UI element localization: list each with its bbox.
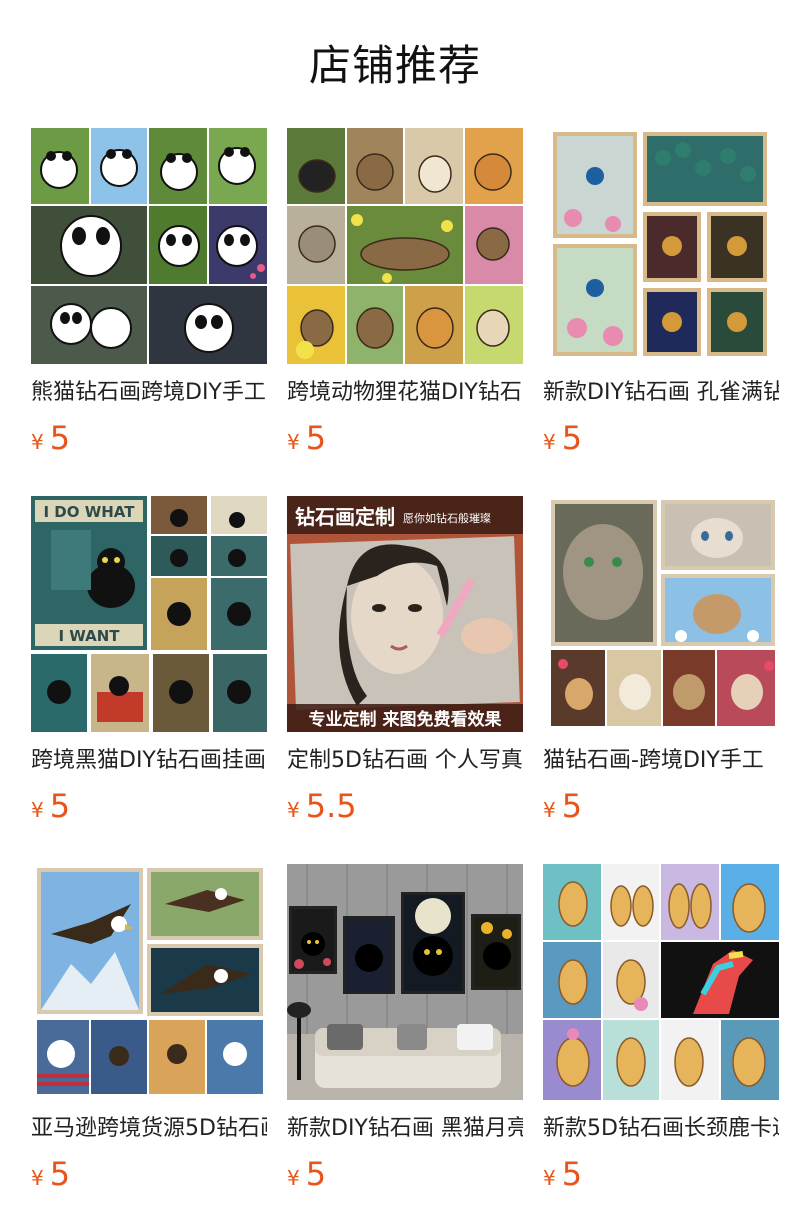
price-value: 5 — [561, 787, 583, 825]
currency-symbol: ¥ — [287, 430, 300, 454]
product-card[interactable]: 跨境动物狸花猫DIY钻石画 ¥5 — [287, 128, 523, 496]
currency-symbol: ¥ — [543, 1166, 556, 1190]
product-name[interactable]: 熊猫钻石画跨境DIY手工 — [31, 378, 267, 408]
product-image[interactable] — [287, 128, 523, 364]
black-cat-livingroom-image — [287, 864, 523, 1100]
currency-symbol: ¥ — [287, 798, 300, 822]
price-value: 5 — [561, 1155, 583, 1193]
product-card[interactable]: 猫钻石画-跨境DIY手工 ¥5 — [543, 496, 779, 864]
price-value: 5 — [49, 1155, 71, 1193]
product-image[interactable] — [543, 496, 779, 732]
product-price: ¥5 — [31, 420, 70, 456]
kitten-collage-image — [543, 496, 779, 732]
peacock-framed-image — [543, 128, 779, 364]
black-cat-posters-image: I DO WHAT I WANT — [31, 496, 267, 732]
product-image[interactable] — [31, 128, 267, 364]
product-image[interactable] — [287, 864, 523, 1100]
product-card[interactable]: 新款DIY钻石画 黑猫月亮 ¥5 — [287, 864, 523, 1232]
price-value: 5 — [305, 419, 327, 457]
poster-text-top: I DO WHAT — [43, 503, 135, 521]
banner-title-text: 钻石画定制 — [295, 505, 395, 529]
product-card[interactable]: 熊猫钻石画跨境DIY手工 ¥5 — [31, 128, 267, 496]
price-value: 5 — [305, 1155, 327, 1193]
price-value: 5.5 — [305, 787, 357, 825]
currency-symbol: ¥ — [543, 798, 556, 822]
product-name[interactable]: 猫钻石画-跨境DIY手工 — [543, 746, 779, 776]
product-card[interactable]: 新款5D钻石画长颈鹿卡通 ¥5 — [543, 864, 779, 1232]
product-price: ¥5 — [287, 420, 326, 456]
price-value: 5 — [49, 419, 71, 457]
product-image[interactable] — [543, 128, 779, 364]
product-name[interactable]: 新款5D钻石画长颈鹿卡通 — [543, 1114, 779, 1144]
store-recommendation-page: 店铺推荐 熊猫钻石画跨境DIY手工 ¥ 5 跨境动物狸花猫DIY钻石画 ¥ 5 … — [0, 0, 790, 1232]
product-grid: 熊猫钻石画跨境DIY手工 ¥5 跨境动物狸花猫DIY钻石画 ¥ 5 新款DIY钻… — [31, 128, 779, 1232]
product-price: ¥5 — [543, 788, 582, 824]
product-price: ¥5 — [31, 1156, 70, 1192]
product-price: ¥5 — [543, 420, 582, 456]
eagle-collage-image — [31, 864, 267, 1100]
panda-collage-image — [31, 128, 267, 364]
price-value: 5 — [561, 419, 583, 457]
product-image[interactable]: I DO WHAT I WANT — [31, 496, 267, 732]
banner-footer-text: 专业定制 来图免费看效果 — [309, 709, 502, 730]
product-name[interactable]: 新款DIY钻石画 孔雀满钻 — [543, 378, 779, 408]
product-name[interactable]: 定制5D钻石画 个人写真 — [287, 746, 523, 776]
product-image[interactable] — [31, 864, 267, 1100]
currency-symbol: ¥ — [543, 430, 556, 454]
currency-symbol: ¥ — [31, 1166, 44, 1190]
page-title: 店铺推荐 — [308, 41, 481, 90]
poster-text-bottom: I WANT — [58, 627, 120, 645]
product-price: ¥5 — [543, 1156, 582, 1192]
product-image[interactable]: 钻石画定制 愿你如钻石般璀璨 专业定制 来图免费看效果 — [287, 496, 523, 732]
currency-symbol: ¥ — [287, 1166, 300, 1190]
product-card[interactable]: I DO WHAT I WANT 跨境黑猫DIY钻石画挂画 ¥5 — [31, 496, 267, 864]
banner-subtitle-text: 愿你如钻石般璀璨 — [403, 511, 491, 525]
product-price: ¥5 — [31, 788, 70, 824]
product-price: ¥5 — [287, 1156, 326, 1192]
product-name[interactable]: 跨境黑猫DIY钻石画挂画 — [31, 746, 267, 776]
product-name[interactable]: 亚马逊跨境货源5D钻石画 — [31, 1114, 267, 1144]
product-card[interactable]: 新款DIY钻石画 孔雀满钻 ¥5 — [543, 128, 779, 496]
tabby-cat-collage-image — [287, 128, 523, 364]
product-name[interactable]: 新款DIY钻石画 黑猫月亮 — [287, 1114, 523, 1144]
giraffe-collage-image — [543, 864, 779, 1100]
product-card[interactable]: 亚马逊跨境货源5D钻石画 ¥5 — [31, 864, 267, 1232]
product-image[interactable] — [543, 864, 779, 1100]
product-price: ¥5.5 — [287, 788, 357, 824]
product-card[interactable]: 钻石画定制 愿你如钻石般璀璨 专业定制 来图免费看效果 定制5D钻石画 个人写真… — [287, 496, 523, 864]
currency-symbol: ¥ — [31, 430, 44, 454]
product-name[interactable]: 跨境动物狸花猫DIY钻石画 — [287, 378, 523, 408]
price-value: 5 — [49, 787, 71, 825]
custom-portrait-image: 钻石画定制 愿你如钻石般璀璨 专业定制 来图免费看效果 — [287, 496, 523, 732]
currency-symbol: ¥ — [31, 798, 44, 822]
